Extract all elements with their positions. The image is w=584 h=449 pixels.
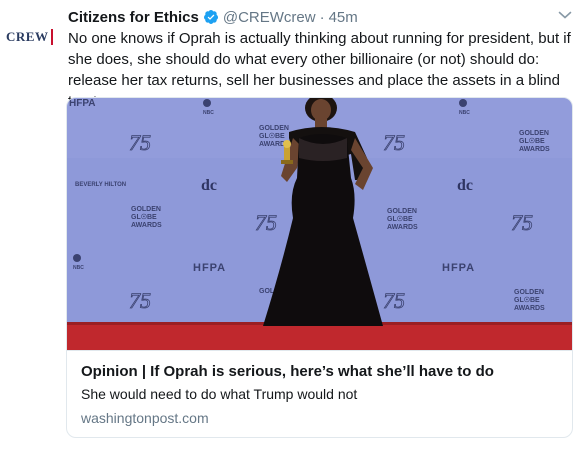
tweet-timestamp[interactable]: 45m: [329, 9, 358, 26]
backdrop-golden-3: GOLDEN: [387, 208, 417, 215]
backdrop-75-4: 75: [511, 210, 533, 235]
backdrop-hfpa-1: HFPA: [193, 262, 226, 274]
svg-text:dc: dc: [201, 177, 217, 194]
link-card[interactable]: HFPA BEVERLY HILTON GOLDEN GL☉BE AWARDS …: [66, 97, 573, 438]
backdrop-globe-3: GL☉BE: [387, 215, 413, 223]
backdrop-nbc-3: NBC: [73, 265, 84, 271]
tweet-header: Citizens for Ethics @CREWcrew · 45m: [68, 7, 358, 27]
backdrop-awards-3: AWARDS: [387, 224, 418, 231]
backdrop-75-1: 75: [129, 130, 151, 155]
tweet[interactable]: CREW Citizens for Ethics @CREWcrew · 45m…: [0, 0, 584, 449]
avatar[interactable]: CREW: [6, 26, 56, 48]
backdrop-75-5: 75: [129, 288, 151, 313]
backdrop-hfpa-2: HFPA: [442, 262, 475, 274]
card-body[interactable]: Opinion | If Oprah is serious, here’s wh…: [67, 350, 572, 437]
backdrop-75-6: 75: [383, 288, 405, 313]
backdrop-awards-4: AWARDS: [519, 146, 550, 153]
backdrop-75-3: 75: [255, 210, 277, 235]
author-handle[interactable]: @CREWcrew: [223, 9, 316, 26]
backdrop-golden-5: GOLDEN: [514, 289, 544, 296]
chevron-down-icon[interactable]: [558, 10, 572, 20]
card-description: She would need to do what Trump would no…: [81, 386, 358, 402]
backdrop-globe-5: GL☉BE: [514, 296, 540, 304]
card-title[interactable]: Opinion | If Oprah is serious, here’s wh…: [81, 363, 494, 380]
backdrop-nbc-2: NBC: [459, 110, 470, 116]
backdrop-globe-4: GL☉BE: [519, 137, 545, 145]
backdrop-beverly: BEVERLY HILTON: [75, 182, 126, 188]
separator-dot: ·: [319, 8, 325, 26]
backdrop-75-2: 75: [383, 130, 405, 155]
verified-badge-icon: [203, 10, 218, 24]
author-name[interactable]: Citizens for Ethics: [68, 9, 199, 26]
backdrop-awards-1: AWARDS: [131, 222, 162, 229]
backdrop-golden-4: GOLDEN: [519, 130, 549, 137]
card-domain[interactable]: washingtonpost.com: [81, 410, 209, 426]
card-image[interactable]: HFPA BEVERLY HILTON GOLDEN GL☉BE AWARDS …: [67, 98, 572, 350]
backdrop-golden-1: GOLDEN: [131, 206, 161, 213]
backdrop-globe-2: GL☉BE: [259, 132, 285, 140]
backdrop-globe-1: GL☉BE: [131, 213, 157, 221]
backdrop-hfpa-top: HFPA: [69, 98, 95, 109]
backdrop-nbc-1: NBC: [203, 110, 214, 116]
svg-text:dc: dc: [457, 177, 473, 194]
avatar-logo-text: CREW: [6, 29, 49, 44]
backdrop-golden-2: GOLDEN: [259, 125, 289, 132]
avatar-logo-bar: [51, 29, 54, 45]
backdrop-awards-5: AWARDS: [514, 305, 545, 312]
